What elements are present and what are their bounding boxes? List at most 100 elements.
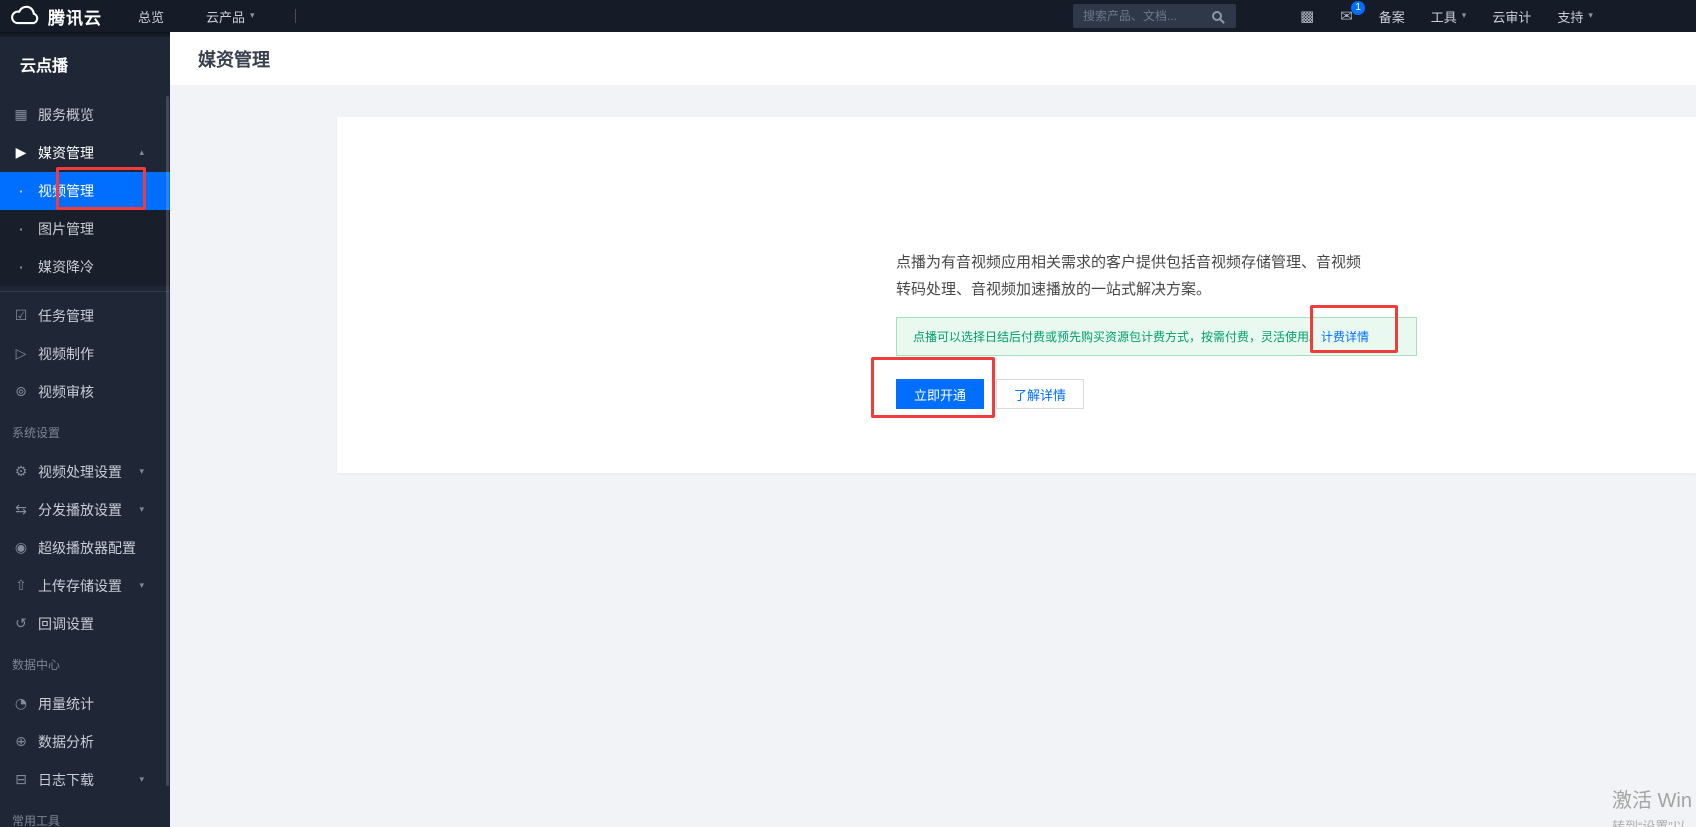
- sidebar-item-callback-settings[interactable]: ↺ 回调设置: [0, 605, 170, 643]
- search-input[interactable]: [1073, 9, 1212, 23]
- qr-code-icon[interactable]: ▩: [1300, 7, 1314, 25]
- chevron-down-icon: ▾: [1588, 11, 1593, 21]
- sidebar-item-distribution-playback-settings[interactable]: ⇆ 分发播放设置 ▾: [0, 491, 170, 529]
- sidebar-item-upload-storage-settings[interactable]: ⇧ 上传存储设置 ▾: [0, 567, 170, 605]
- billing-notice-text: 点播可以选择日结后付费或预先购买资源包计费方式，按需付费，灵活使用。: [913, 330, 1322, 344]
- distribute-icon: ⇆: [15, 502, 27, 518]
- chevron-down-icon: ▾: [1461, 11, 1467, 21]
- mail-icon[interactable]: ✉ 1: [1340, 1, 1366, 25]
- sidebar-item-label: 视频处理设置: [38, 464, 122, 480]
- topbar-nav-cloud-products[interactable]: 云产品 ▾: [206, 7, 255, 26]
- sidebar-section-system-settings: 系统设置: [12, 425, 61, 440]
- sidebar-item-media-management[interactable]: ▶ 媒资管理 ▴: [0, 134, 170, 172]
- billing-notice: 点播可以选择日结后付费或预先购买资源包计费方式，按需付费，灵活使用。 计费详情: [896, 317, 1417, 356]
- calendar-icon: ⊟: [15, 772, 27, 788]
- search-icon[interactable]: [1212, 11, 1222, 21]
- callback-icon: ↺: [15, 616, 27, 632]
- topbar-nav-label: 总览: [138, 9, 165, 25]
- sidebar-item-label: 回调设置: [38, 616, 94, 632]
- sidebar-item-service-overview[interactable]: ▦ 服务概览: [0, 96, 170, 134]
- topbar-item-label: 工具: [1430, 9, 1457, 25]
- service-description: 点播为有音视频应用相关需求的客户提供包括音视频存储管理、音视频 转码处理、音视频…: [896, 249, 1361, 303]
- sidebar-item-video-processing-settings[interactable]: ⚙ 视频处理设置 ▾: [0, 453, 170, 491]
- topbar-item-label: 备案: [1378, 9, 1405, 25]
- sidebar-item-label: 用量统计: [38, 696, 94, 712]
- sidebar-item-task-management[interactable]: ☑ 任务管理: [0, 297, 170, 335]
- topbar-item-label: 云审计: [1492, 9, 1532, 25]
- sidebar-item-usage-statistics[interactable]: ◔ 用量统计: [0, 685, 170, 723]
- sidebar-item-image-management[interactable]: · 图片管理: [0, 210, 170, 248]
- topbar-item-icp-filing[interactable]: 备案: [1379, 7, 1405, 26]
- sidebar-item-label: 视频管理: [38, 183, 94, 199]
- sidebar-item-label: 图片管理: [38, 221, 94, 237]
- bullet-icon: ·: [18, 219, 24, 239]
- sidebar-item-label: 日志下载: [38, 772, 94, 788]
- windows-activation-watermark: 激活 Win 转到“设置”以: [1612, 784, 1692, 827]
- sidebar-item-label: 媒资降冷: [38, 259, 94, 275]
- player-gear-icon: ◉: [14, 540, 28, 556]
- topbar: 腾讯云 总览 云产品 ▾ ▩ ✉1 备案 工具 ▾ 云审计 支持 ▾: [0, 0, 1696, 32]
- sidebar-section-data-center: 数据中心: [12, 657, 61, 672]
- sidebar-item-video-production[interactable]: ▷ 视频制作: [0, 335, 170, 373]
- play-circle-icon: ⊚: [15, 384, 27, 400]
- sidebar-item-label: 超级播放器配置: [38, 540, 136, 556]
- topbar-item-tools[interactable]: 工具 ▾: [1431, 7, 1467, 26]
- sidebar-item-label: 上传存储设置: [38, 578, 122, 594]
- cloud-logo-icon: [11, 5, 39, 25]
- sidebar-item-label: 视频审核: [38, 384, 94, 400]
- play-outline-icon: ▷: [15, 346, 27, 362]
- bullet-icon: ·: [18, 181, 24, 201]
- product-search: [1073, 4, 1236, 28]
- topbar-item-cloud-audit[interactable]: 云审计: [1492, 7, 1531, 26]
- page-header: 媒资管理: [170, 32, 1696, 85]
- analysis-icon: ⊕: [15, 734, 27, 750]
- sidebar-item-data-analysis[interactable]: ⊕ 数据分析: [0, 723, 170, 761]
- sidebar-divider: [0, 286, 170, 297]
- topbar-item-support[interactable]: 支持 ▾: [1557, 7, 1593, 26]
- media-play-icon: ▶: [15, 145, 27, 161]
- action-buttons: 立即开通 了解详情: [896, 379, 1084, 409]
- chevron-down-icon: ▾: [139, 775, 144, 785]
- service-description-line1: 点播为有音视频应用相关需求的客户提供包括音视频存储管理、音视频: [896, 254, 1362, 271]
- activate-now-button[interactable]: 立即开通: [896, 379, 984, 409]
- sidebar-scrollbar[interactable]: [166, 96, 169, 786]
- page-title: 媒资管理: [198, 49, 270, 70]
- screen: 腾讯云 总览 云产品 ▾ ▩ ✉1 备案 工具 ▾ 云审计 支持 ▾ 云点播 ▦ 服务概览 ▶ 媒资管理…: [0, 0, 1696, 827]
- topbar-divider: [294, 9, 296, 23]
- topbar-nav-overview[interactable]: 总览: [138, 7, 164, 26]
- mail-badge: 1: [1351, 1, 1366, 15]
- sidebar: 云点播 ▦ 服务概览 ▶ 媒资管理 ▴ · 视频管理 · 图片管理 · 媒资降冷 ☑ 任务管理 ▷ 视频制作…: [0, 32, 170, 827]
- sidebar-item-label: 媒资管理: [38, 145, 94, 161]
- chevron-down-icon: ▾: [139, 467, 144, 477]
- grid-icon: ▦: [14, 107, 28, 123]
- sidebar-section-common-tools: 常用工具: [12, 813, 61, 827]
- upload-icon: ⇧: [15, 578, 27, 594]
- sidebar-item-label: 分发播放设置: [38, 502, 122, 518]
- sidebar-item-superplayer-config[interactable]: ◉ 超级播放器配置: [0, 529, 170, 567]
- chevron-up-icon: ▴: [139, 148, 144, 158]
- tencent-cloud-logo[interactable]: 腾讯云: [0, 4, 102, 29]
- topbar-item-label: 支持: [1557, 9, 1584, 25]
- bullet-icon: ·: [18, 257, 24, 277]
- sidebar-item-media-cooling[interactable]: · 媒资降冷: [0, 248, 170, 286]
- gear-icon: ⚙: [14, 464, 28, 480]
- sidebar-item-log-download[interactable]: ⊟ 日志下载 ▾: [0, 761, 170, 799]
- chevron-down-icon: ▾: [139, 581, 144, 591]
- service-description-line2: 转码处理、音视频加速播放的一站式解决方案。: [896, 281, 1212, 298]
- sidebar-item-video-review[interactable]: ⊚ 视频审核: [0, 373, 170, 411]
- pie-icon: ◔: [14, 696, 28, 712]
- sidebar-menu: ▦ 服务概览 ▶ 媒资管理 ▴ · 视频管理 · 图片管理 · 媒资降冷 ☑ 任务管理 ▷ 视频制作 ⊚ 视频审…: [0, 96, 170, 827]
- billing-details-link[interactable]: 计费详情: [1321, 328, 1369, 345]
- checklist-icon: ☑: [14, 308, 28, 324]
- sidebar-item-video-management[interactable]: · 视频管理: [0, 172, 170, 210]
- chevron-down-icon: ▾: [250, 11, 255, 21]
- chevron-down-icon: ▾: [139, 505, 144, 515]
- sidebar-item-label: 视频制作: [38, 346, 94, 362]
- learn-more-button[interactable]: 了解详情: [996, 379, 1084, 409]
- sidebar-item-label: 数据分析: [38, 734, 94, 750]
- logo-text: 腾讯云: [48, 8, 102, 28]
- watermark-line1: 激活 Win: [1612, 790, 1692, 812]
- topbar-right-menu: ▩ ✉ 1 备案 工具 ▾ 云审计 支持 ▾: [1300, 0, 1593, 32]
- topbar-nav-label: 云产品: [206, 9, 246, 25]
- sidebar-item-label: 任务管理: [38, 308, 94, 324]
